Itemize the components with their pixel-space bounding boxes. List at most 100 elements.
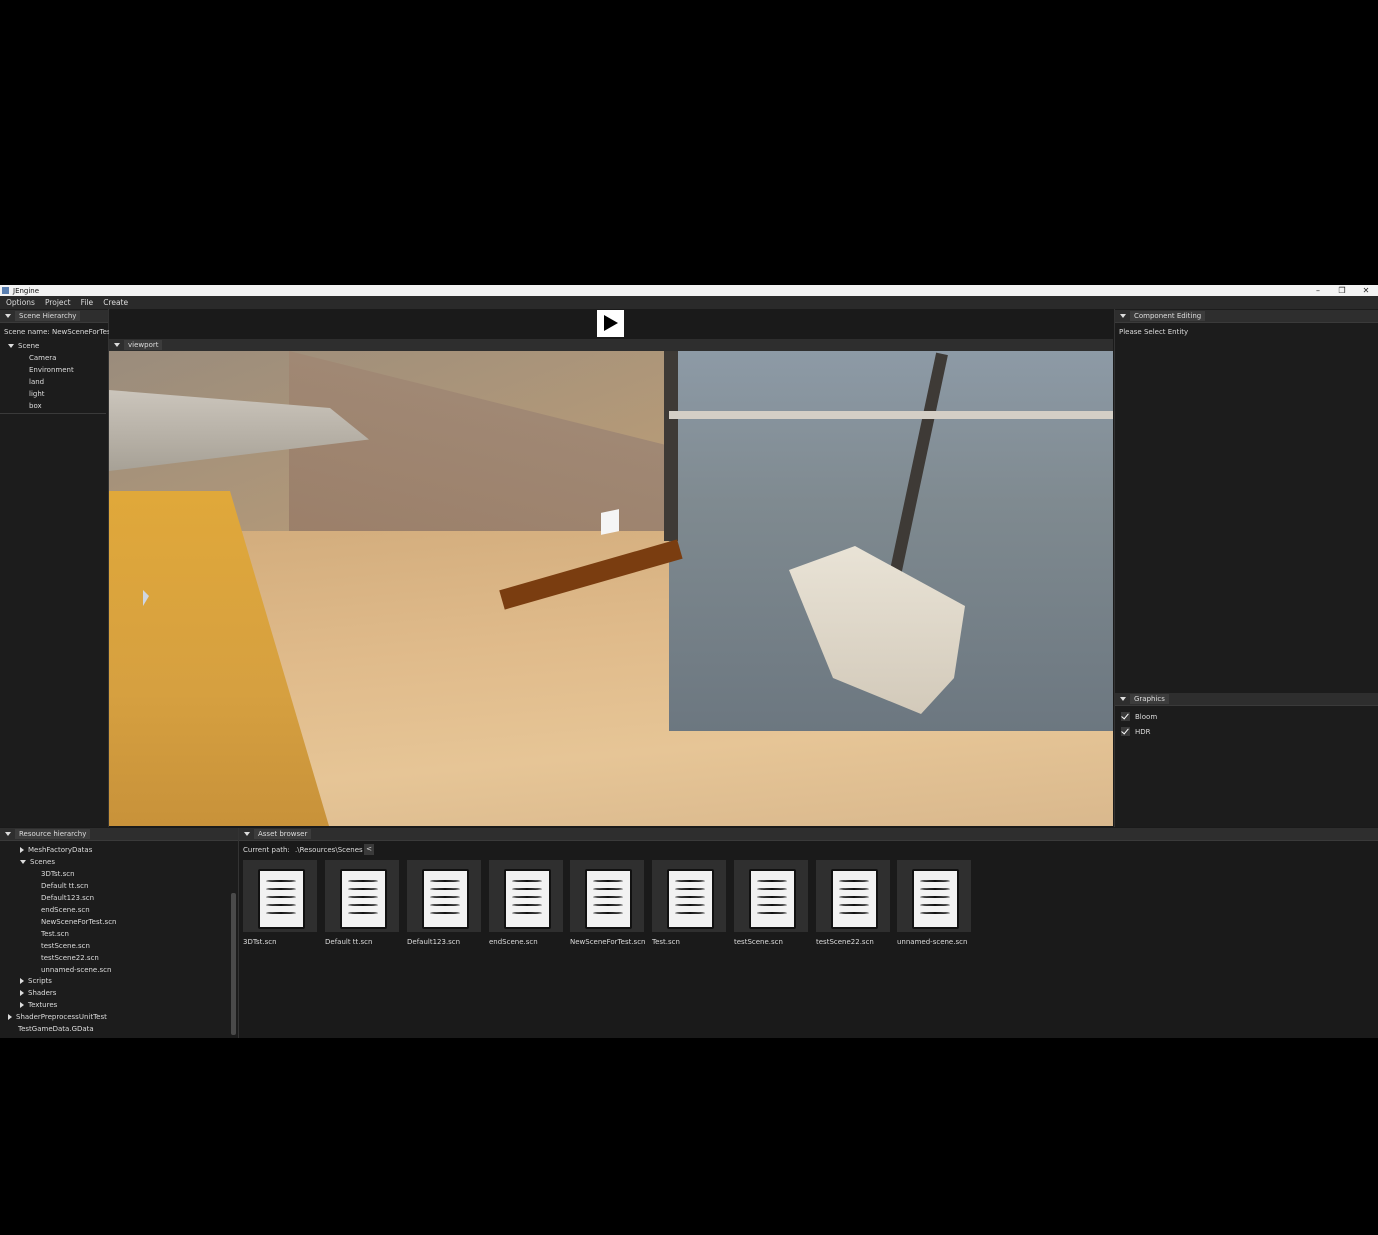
document-icon xyxy=(749,869,796,929)
current-path-label: Current path: xyxy=(243,846,290,854)
folder-label: MeshFactoryDatas xyxy=(28,846,93,854)
asset-name: Default123.scn xyxy=(407,938,461,946)
expand-arrow-icon[interactable] xyxy=(20,1002,24,1008)
asset-name: endScene.scn xyxy=(489,938,538,946)
document-icon xyxy=(504,869,551,929)
component-editing-header[interactable]: Component Editing xyxy=(1115,310,1378,323)
folder-label: Shaders xyxy=(28,989,57,997)
document-icon xyxy=(912,869,959,929)
menu-create[interactable]: Create xyxy=(97,298,132,307)
close-button[interactable]: ✕ xyxy=(1354,285,1378,296)
scene-file[interactable]: NewSceneForTest.scn xyxy=(41,918,117,926)
resource-hierarchy-tab[interactable]: Resource hierarchy xyxy=(15,829,91,839)
asset-tile[interactable] xyxy=(652,860,726,932)
hdr-label: HDR xyxy=(1135,728,1151,736)
back-button[interactable]: < xyxy=(364,844,374,855)
expand-arrow-icon[interactable] xyxy=(20,860,26,864)
app-icon xyxy=(2,287,9,294)
box-entity[interactable] xyxy=(601,509,619,535)
collapse-icon[interactable] xyxy=(1120,314,1126,318)
expand-arrow-icon[interactable] xyxy=(20,990,24,996)
collapse-icon[interactable] xyxy=(5,832,11,836)
scene-hierarchy-header[interactable]: Scene Hierarchy xyxy=(0,310,108,323)
collapse-icon[interactable] xyxy=(5,314,11,318)
tree-node-camera[interactable]: Camera xyxy=(29,354,56,362)
asset-tile[interactable] xyxy=(489,860,563,932)
title-bar: JEngine – ❐ ✕ xyxy=(0,285,1378,296)
scene-file[interactable]: testScene22.scn xyxy=(41,954,99,962)
asset-tile[interactable] xyxy=(325,860,399,932)
asset-browser-header[interactable]: Asset browser xyxy=(239,828,1378,841)
resource-hierarchy-header[interactable]: Resource hierarchy xyxy=(0,828,238,841)
graphics-tab[interactable]: Graphics xyxy=(1130,694,1169,704)
scene-file[interactable]: Default123.scn xyxy=(41,894,94,902)
collapse-icon[interactable] xyxy=(114,343,120,347)
asset-name: testScene22.scn xyxy=(816,938,874,946)
folder-label: Scenes xyxy=(30,858,55,866)
asset-browser-tab[interactable]: Asset browser xyxy=(254,829,312,839)
scene-file[interactable]: 3DTst.scn xyxy=(41,870,75,878)
tree-node-box[interactable]: box xyxy=(29,402,42,410)
tree-node-environment[interactable]: Environment xyxy=(29,366,74,374)
asset-name: 3DTst.scn xyxy=(243,938,277,946)
asset-tile[interactable] xyxy=(243,860,317,932)
asset-tile[interactable] xyxy=(570,860,644,932)
menu-project[interactable]: Project xyxy=(39,298,75,307)
select-entity-message: Please Select Entity xyxy=(1119,328,1189,336)
scene-file[interactable]: Default tt.scn xyxy=(41,882,88,890)
document-icon xyxy=(585,869,632,929)
file-game-data[interactable]: TestGameData.GData xyxy=(18,1025,94,1033)
asset-browser-panel: Asset browser Current path: .\Resources\… xyxy=(239,828,1378,1038)
component-editing-tab[interactable]: Component Editing xyxy=(1130,311,1206,321)
asset-tile[interactable] xyxy=(897,860,971,932)
asset-tile[interactable] xyxy=(407,860,481,932)
scene-file[interactable]: endScene.scn xyxy=(41,906,90,914)
folder-label: Textures xyxy=(28,1001,58,1009)
graphics-header[interactable]: Graphics xyxy=(1115,693,1378,706)
asset-name: testScene.scn xyxy=(734,938,783,946)
viewport-render[interactable] xyxy=(109,351,1113,826)
current-path-value: .\Resources\Scenes xyxy=(295,846,363,854)
hdr-checkbox[interactable] xyxy=(1121,727,1130,736)
scene-file[interactable]: unnamed-scene.scn xyxy=(41,966,111,974)
folder-scenes[interactable]: Scenes xyxy=(20,858,55,866)
collapse-icon[interactable] xyxy=(1120,697,1126,701)
scene-hierarchy-panel: Scene Hierarchy Scene name: NewSceneForT… xyxy=(0,309,111,827)
viewport-tab[interactable]: viewport xyxy=(124,340,163,350)
menu-options[interactable]: Options xyxy=(0,298,39,307)
document-icon xyxy=(422,869,469,929)
expand-arrow-icon[interactable] xyxy=(8,1014,12,1020)
scene-railing xyxy=(669,411,1113,419)
asset-tile[interactable] xyxy=(734,860,808,932)
divider xyxy=(0,413,106,414)
scene-hierarchy-tab[interactable]: Scene Hierarchy xyxy=(15,311,81,321)
folder-scripts[interactable]: Scripts xyxy=(20,977,52,985)
folder-shaders[interactable]: Shaders xyxy=(20,989,56,997)
tree-node-land[interactable]: land xyxy=(29,378,44,386)
asset-name: unnamed-scene.scn xyxy=(897,938,968,946)
menu-file[interactable]: File xyxy=(75,298,98,307)
resource-scrollbar[interactable] xyxy=(231,893,236,1035)
scene-file[interactable]: testScene.scn xyxy=(41,942,90,950)
resource-hierarchy-panel: Resource hierarchy MeshFactoryDatas Scen… xyxy=(0,828,239,1038)
window-title: JEngine xyxy=(13,286,40,295)
asset-tile[interactable] xyxy=(816,860,890,932)
folder-shader-unit-test[interactable]: ShaderPreprocessUnitTest xyxy=(8,1013,107,1021)
collapse-icon[interactable] xyxy=(244,832,250,836)
play-button[interactable] xyxy=(597,310,624,337)
engine-window: JEngine – ❐ ✕ Options Project File Creat… xyxy=(0,285,1378,1038)
minimize-button[interactable]: – xyxy=(1306,285,1330,296)
scene-name-label: Scene name: NewSceneForTes xyxy=(4,328,111,336)
expand-arrow-icon[interactable] xyxy=(20,978,24,984)
maximize-button[interactable]: ❐ xyxy=(1330,285,1354,296)
bloom-checkbox[interactable] xyxy=(1121,712,1130,721)
asset-name: Test.scn xyxy=(652,938,680,946)
asset-name: Default tt.scn xyxy=(325,938,373,946)
tree-node-scene[interactable]: Scene xyxy=(8,342,39,350)
scene-file[interactable]: Test.scn xyxy=(41,930,69,938)
folder-mesh-factory[interactable]: MeshFactoryDatas xyxy=(20,846,92,854)
folder-textures[interactable]: Textures xyxy=(20,1001,57,1009)
tree-node-light[interactable]: light xyxy=(29,390,45,398)
expand-arrow-icon[interactable] xyxy=(8,344,14,348)
expand-arrow-icon[interactable] xyxy=(20,847,24,853)
